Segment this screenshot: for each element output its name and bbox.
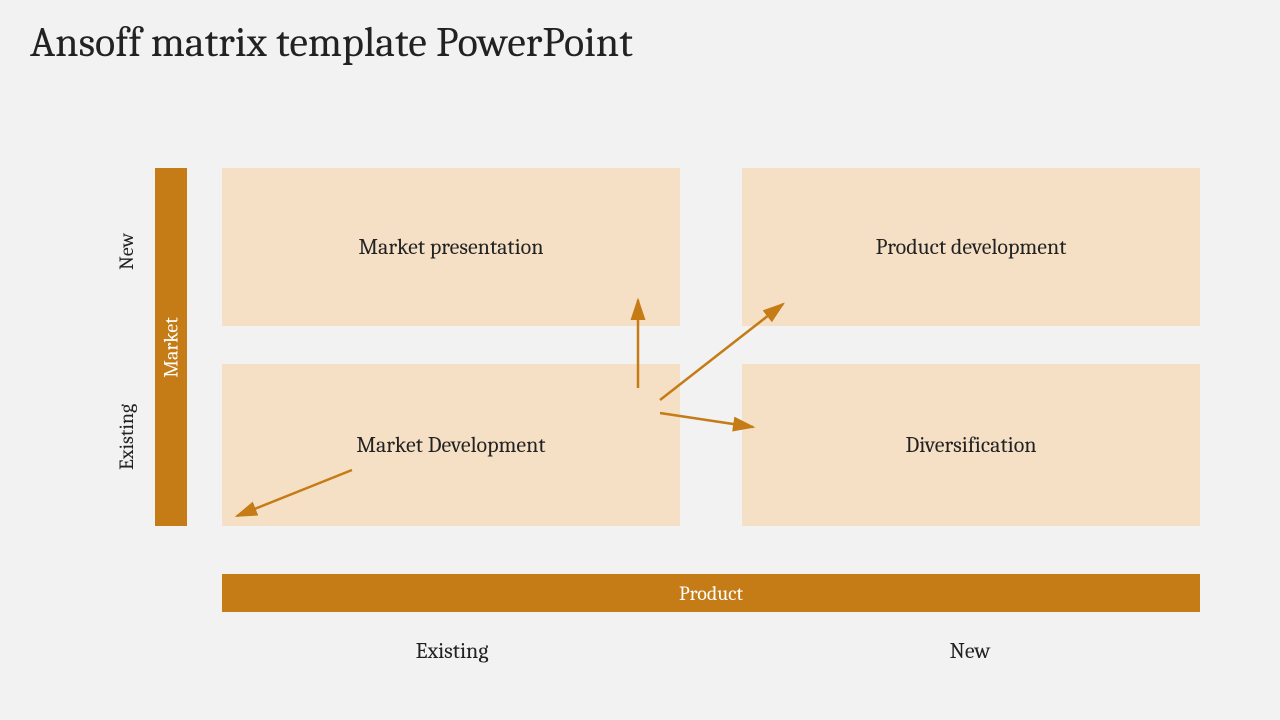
product-axis-new-label: New	[870, 638, 1070, 664]
product-axis-existing-label: Existing	[352, 638, 552, 664]
quadrant-market-development: Market Development	[222, 364, 680, 526]
quadrant-label: Market Development	[356, 432, 545, 458]
quadrant-label: Market presentation	[358, 234, 543, 260]
slide: Ansoff matrix template PowerPoint Market…	[0, 0, 1280, 720]
arrows-overlay	[0, 0, 1280, 720]
market-axis-label: Market	[160, 317, 183, 377]
quadrant-label: Diversification	[905, 432, 1036, 458]
product-axis-label: Product	[679, 582, 743, 605]
product-axis-bar: Product	[222, 574, 1200, 612]
quadrant-product-development: Product development	[742, 168, 1200, 326]
quadrant-label: Product development	[876, 234, 1067, 260]
market-axis-new-label: New	[115, 233, 138, 270]
market-axis-existing-label: Existing	[115, 404, 138, 470]
quadrant-market-presentation: Market presentation	[222, 168, 680, 326]
quadrant-diversification: Diversification	[742, 364, 1200, 526]
slide-title: Ansoff matrix template PowerPoint	[30, 18, 633, 67]
market-axis-bar: Market	[155, 168, 187, 526]
